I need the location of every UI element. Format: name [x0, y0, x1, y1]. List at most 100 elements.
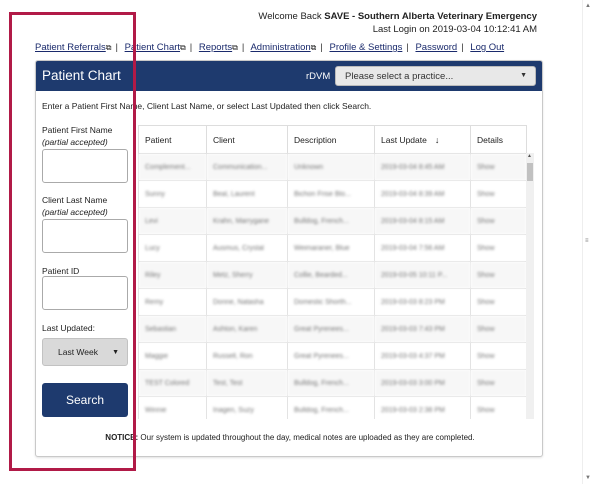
cell-patient: Lucy: [138, 234, 207, 262]
nav-separator: |: [241, 42, 245, 53]
cell-details[interactable]: Show: [470, 261, 527, 289]
last-updated-select[interactable]: Last Week ▼: [42, 338, 128, 366]
notice: NOTICE: Our system is updated throughout…: [36, 433, 544, 442]
patient-id-label: Patient ID: [42, 266, 80, 276]
last-login: Last Login on 2019-03-04 10:12:41 AM: [372, 24, 537, 35]
table-scrollbar[interactable]: ▲: [526, 153, 534, 419]
external-link-icon: ⧉: [105, 43, 112, 52]
first-name-hint: (partial accepted): [42, 137, 108, 147]
nav-separator: |: [461, 42, 464, 53]
practice-select[interactable]: Please select a practice... ▼: [335, 66, 536, 86]
caret-down-icon: ▼: [112, 349, 119, 356]
cell-details[interactable]: Show: [470, 342, 527, 370]
last-updated-label: Last Updated:: [42, 323, 95, 333]
cell-details[interactable]: Show: [470, 315, 527, 343]
client-last-name-input[interactable]: [42, 219, 128, 253]
patient-id-input[interactable]: [42, 276, 128, 310]
cell-client: Donne, Natasha: [206, 288, 288, 316]
table-row[interactable]: Complement... Communication... Unknown 2019…: [138, 153, 527, 181]
top-nav: Patient Referrals⧉ | Patient Chart⧉ | Repo…: [35, 42, 504, 53]
patient-first-name-input[interactable]: [42, 149, 128, 183]
col-client[interactable]: Client: [206, 125, 288, 154]
cell-last-update: 2019-03-05 10:11 P...: [374, 261, 471, 289]
col-description[interactable]: Description: [287, 125, 375, 154]
patient-table: Patient Client Description Last Update ↓ …: [138, 125, 536, 419]
cell-last-update: 2019-03-04 8:45 AM: [374, 153, 471, 181]
table-row[interactable]: Riley Metz, Sherry Collie, Bearded... 2019-…: [138, 261, 527, 289]
cell-patient: Sunny: [138, 180, 207, 208]
nav-patient-chart[interactable]: Patient Chart: [125, 42, 180, 53]
nav-separator: |: [406, 42, 409, 53]
nav-separator: |: [115, 42, 118, 53]
cell-description: Bichon Frise Blo...: [287, 180, 375, 208]
cell-description: Bulldog, French...: [287, 396, 375, 419]
cell-description: Collie, Bearded...: [287, 261, 375, 289]
welcome-message: Welcome Back SAVE - Southern Alberta Vet…: [258, 11, 537, 22]
cell-patient: Remy: [138, 288, 207, 316]
cell-client: Communication...: [206, 153, 288, 181]
col-details[interactable]: Details: [470, 125, 527, 154]
cell-client: Ausmus, Crystal: [206, 234, 288, 262]
nav-patient-referrals[interactable]: Patient Referrals: [35, 42, 106, 53]
cell-last-update: 2019-03-04 8:39 AM: [374, 180, 471, 208]
cell-details[interactable]: Show: [470, 369, 527, 397]
cell-patient: TEST Colored: [138, 369, 207, 397]
page-scrollbar[interactable]: ▲ ≡ ▼: [582, 0, 592, 484]
table-row[interactable]: TEST Colored Test, Test Bulldog, French...…: [138, 369, 527, 397]
cell-details[interactable]: Show: [470, 288, 527, 316]
table-row[interactable]: Lucy Ausmus, Crystal Weimaraner, Blue 2019-…: [138, 234, 527, 262]
practice-select-value: Please select a practice...: [345, 71, 454, 82]
scroll-thumb-icon[interactable]: ≡: [585, 238, 589, 244]
table-row[interactable]: Winnie Inagen, Suzy Bulldog, French... 2019…: [138, 396, 527, 419]
panel-title: Patient Chart: [42, 68, 121, 83]
cell-patient: Winnie: [138, 396, 207, 419]
scroll-up-icon[interactable]: ▲: [585, 3, 591, 9]
cell-details[interactable]: Show: [470, 153, 527, 181]
cell-description: Bulldog, French...: [287, 369, 375, 397]
last-name-label: Client Last Name (partial accepted): [42, 195, 108, 217]
table-scroll-thumb[interactable]: [527, 163, 533, 181]
table-header-row: Patient Client Description Last Update ↓ …: [138, 125, 527, 154]
search-button[interactable]: Search: [42, 383, 128, 417]
cell-details[interactable]: Show: [470, 234, 527, 262]
cell-last-update: 2019-03-03 7:43 PM: [374, 315, 471, 343]
cell-details[interactable]: Show: [470, 180, 527, 208]
table-row[interactable]: Levi Krahn, Marrygane Bulldog, French... 20…: [138, 207, 527, 235]
patient-chart-panel: Patient Chart rDVM Please select a pract…: [35, 60, 543, 457]
col-patient[interactable]: Patient: [138, 125, 207, 154]
notice-label: NOTICE:: [105, 433, 139, 442]
cell-patient: Sebastian: [138, 315, 207, 343]
table-row[interactable]: Sunny Beal, Laurent Bichon Frise Blo... 201…: [138, 180, 527, 208]
cell-details[interactable]: Show: [470, 207, 527, 235]
cell-last-update: 2019-03-04 8:15 AM: [374, 207, 471, 235]
scroll-down-icon[interactable]: ▼: [585, 475, 591, 481]
col-last-update-label: Last Update: [381, 134, 427, 145]
nav-separator: |: [320, 42, 323, 53]
cell-last-update: 2019-03-03 8:23 PM: [374, 288, 471, 316]
cell-client: Inagen, Suzy: [206, 396, 288, 419]
nav-separator: |: [189, 42, 193, 53]
nav-password[interactable]: Password: [415, 42, 457, 53]
cell-patient: Maggie: [138, 342, 207, 370]
notice-text: Our system is updated throughout the day…: [138, 433, 475, 442]
table-row[interactable]: Remy Donne, Natasha Domestic Shorth... 2019…: [138, 288, 527, 316]
cell-details[interactable]: Show: [470, 396, 527, 419]
cell-last-update: 2019-03-03 2:38 PM: [374, 396, 471, 419]
last-name-hint: (partial accepted): [42, 207, 108, 217]
first-name-label: Patient First Name (partial accepted): [42, 125, 112, 147]
cell-last-update: 2019-03-04 7:56 AM: [374, 234, 471, 262]
nav-profile-settings[interactable]: Profile & Settings: [329, 42, 402, 53]
cell-description: Domestic Shorth...: [287, 288, 375, 316]
cell-patient: Complement...: [138, 153, 207, 181]
scroll-up-icon[interactable]: ▲: [527, 153, 532, 159]
nav-log-out[interactable]: Log Out: [470, 42, 504, 53]
nav-reports[interactable]: Reports: [199, 42, 232, 53]
nav-administration[interactable]: Administration: [250, 42, 310, 53]
table-row[interactable]: Sebastian Ashton, Karen Great Pyrenees... 2…: [138, 315, 527, 343]
external-link-icon: ⧉: [180, 43, 186, 52]
cell-description: Bulldog, French...: [287, 207, 375, 235]
col-last-update[interactable]: Last Update ↓: [374, 125, 471, 154]
table-row[interactable]: Maggie Russell, Ron Great Pyrenees... 2019-…: [138, 342, 527, 370]
cell-last-update: 2019-03-03 3:00 PM: [374, 369, 471, 397]
first-name-label-text: Patient First Name: [42, 125, 113, 135]
